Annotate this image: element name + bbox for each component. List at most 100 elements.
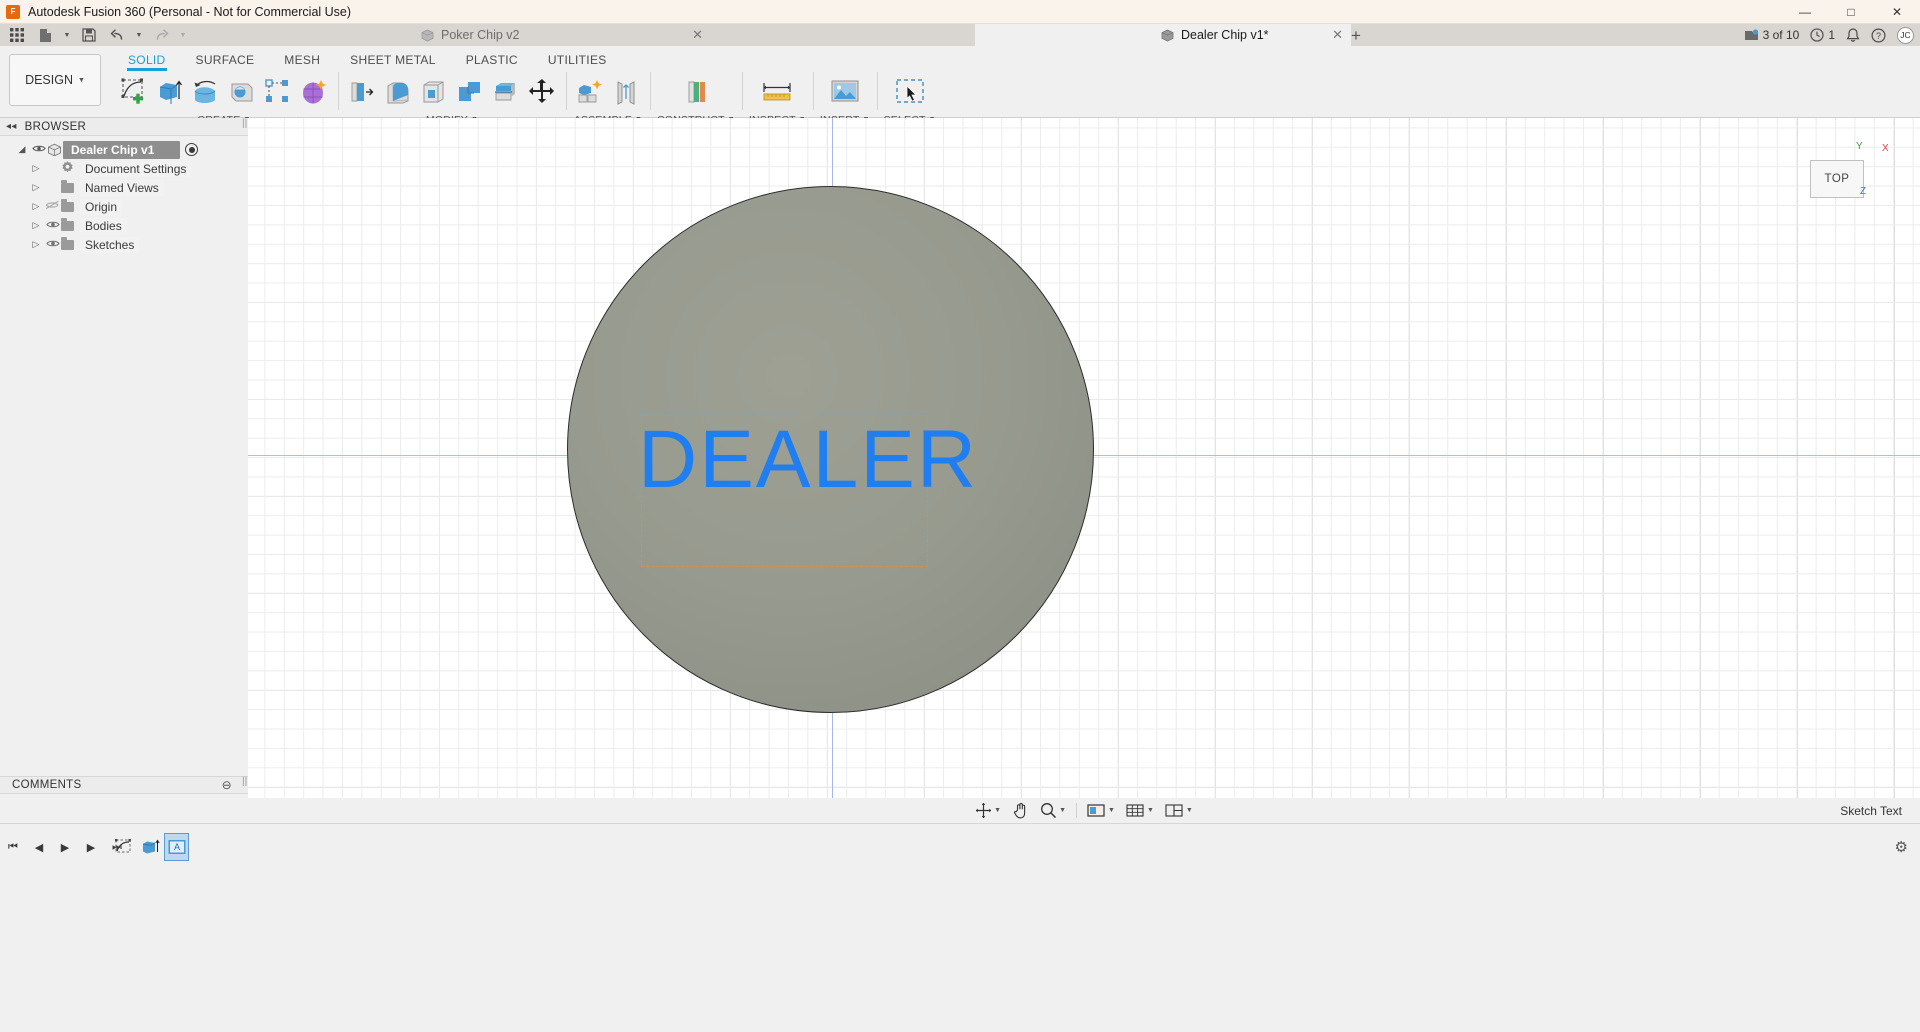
chevron-down-icon: ▼ — [1059, 807, 1067, 814]
window-title: Autodesk Fusion 360 (Personal - Not for … — [28, 4, 352, 19]
visibility-eye-icon[interactable] — [44, 239, 61, 251]
expand-arrow-icon[interactable]: ◢ — [14, 144, 30, 155]
split-body-icon[interactable] — [489, 73, 523, 111]
create-sketch-icon[interactable] — [117, 73, 151, 111]
axis-label-x: X — [1882, 143, 1889, 154]
combine-icon[interactable] — [453, 73, 487, 111]
tab-solid[interactable]: SOLID — [113, 46, 181, 71]
tab-close-icon[interactable]: ✕ — [1332, 27, 1343, 43]
timeline-features: A — [112, 832, 189, 862]
new-document-icon[interactable] — [32, 25, 58, 45]
create-form-icon[interactable] — [297, 73, 331, 111]
move-copy-icon[interactable] — [525, 73, 559, 111]
tab-label: SHEET METAL — [350, 53, 436, 67]
zoom-icon — [1041, 803, 1057, 819]
visibility-eye-icon[interactable] — [44, 220, 61, 232]
tab-label: MESH — [284, 53, 321, 67]
save-icon[interactable] — [76, 25, 102, 45]
sweep-icon[interactable] — [225, 73, 259, 111]
measure-icon[interactable] — [760, 73, 794, 111]
shell-icon[interactable] — [417, 73, 451, 111]
close-button[interactable]: ✕ — [1874, 0, 1920, 24]
tree-item-sketches[interactable]: ▷ Sketches — [0, 235, 248, 254]
maximize-button[interactable]: □ — [1828, 0, 1874, 24]
tab-sheet-metal[interactable]: SHEET METAL — [335, 46, 451, 68]
tab-dealer-chip-v1[interactable]: Dealer Chip v1* ✕ — [975, 24, 1351, 46]
new-component-icon[interactable] — [573, 73, 607, 111]
timeline-play-button[interactable]: ▶ — [56, 838, 74, 856]
visibility-eye-icon[interactable] — [30, 144, 47, 156]
ribbon-tab-strip: SOLID SURFACE MESH SHEET METAL PLASTIC U… — [113, 46, 622, 71]
settings-gear-icon[interactable]: ⚙ — [1895, 838, 1908, 856]
visibility-hidden-eye-icon[interactable] — [44, 200, 61, 213]
activate-component-radio[interactable] — [185, 143, 199, 156]
view-cube[interactable]: TOP Y X Z — [1786, 138, 1896, 208]
tab-surface[interactable]: SURFACE — [181, 46, 270, 68]
timeline-feature-sketch-text[interactable]: A — [164, 833, 189, 861]
workspace-design-button[interactable]: DESIGN ▼ — [9, 54, 101, 106]
display-settings-button[interactable]: ▼ — [1083, 800, 1119, 821]
help-button[interactable]: ? — [1871, 27, 1886, 43]
timeline-next-button[interactable]: ▶ — [82, 838, 100, 856]
window-controls: — □ ✕ — [1782, 0, 1920, 24]
sketch-text-dealer[interactable]: DEALER — [638, 413, 978, 507]
sketch-text-feature-icon: A — [168, 840, 185, 854]
timeline-playback-controls: ⏮ ◀ ▶ ▶ ⏭ — [4, 838, 126, 856]
expand-arrow-icon[interactable]: ▷ — [28, 163, 44, 174]
time-status[interactable]: 1 — [1810, 28, 1835, 42]
tab-mesh[interactable]: MESH — [269, 46, 335, 68]
pan-button[interactable] — [1008, 800, 1033, 821]
joint-icon[interactable] — [609, 73, 643, 111]
select-tool-icon[interactable] — [893, 73, 927, 111]
sketch-feature-icon — [115, 839, 131, 853]
expand-arrow-icon[interactable]: ▷ — [28, 239, 44, 250]
help-icon: ? — [1871, 27, 1886, 43]
minimize-button[interactable]: — — [1782, 0, 1828, 24]
comments-panel-header: COMMENTS ⊖ — [0, 776, 248, 794]
fillet-icon[interactable] — [381, 73, 415, 111]
new-tab-button[interactable]: + — [1351, 26, 1361, 46]
timeline-first-button[interactable]: ⏮ — [4, 838, 22, 856]
tree-item-origin[interactable]: ▷ Origin — [0, 197, 248, 216]
zoom-button[interactable]: ▼ — [1036, 800, 1070, 821]
new-document-dropdown[interactable]: ▼ — [60, 25, 74, 45]
tab-close-icon[interactable]: ✕ — [692, 27, 703, 43]
tab-poker-chip-v2[interactable]: Poker Chip v2 ✕ — [411, 24, 711, 46]
jobs-status[interactable]: 3 of 10 — [1744, 28, 1799, 42]
pattern-icon[interactable] — [261, 73, 295, 111]
insert-image-icon[interactable] — [828, 73, 862, 111]
revolve-icon[interactable] — [189, 73, 223, 111]
timeline-feature-sketch[interactable] — [112, 833, 137, 861]
tab-utilities[interactable]: UTILITIES — [533, 46, 622, 68]
expand-arrow-icon[interactable]: ▷ — [28, 220, 44, 231]
pan-icon — [1014, 802, 1026, 819]
chevron-down-icon: ▼ — [1108, 807, 1115, 814]
chevron-down-icon: ▼ — [63, 31, 71, 39]
notifications-button[interactable] — [1846, 27, 1860, 43]
tree-item-document-settings[interactable]: ▷ Document Settings — [0, 159, 248, 178]
tree-item-named-views[interactable]: ▷ Named Views — [0, 178, 248, 197]
timeline-bar: ⏮ ◀ ▶ ▶ ⏭ A ⚙ — [0, 823, 1920, 1032]
view-cube-top-face[interactable]: TOP — [1810, 160, 1864, 198]
construct-plane-icon[interactable] — [679, 73, 713, 111]
browser-collapse-icon[interactable]: ◂◂ — [6, 121, 17, 132]
timeline-prev-button[interactable]: ◀ — [30, 838, 48, 856]
expand-arrow-icon[interactable]: ▷ — [28, 201, 44, 212]
tree-item-dealer-chip[interactable]: ◢ Dealer Chip v1 — [0, 140, 248, 159]
tab-plastic[interactable]: PLASTIC — [451, 46, 533, 68]
expand-arrow-icon[interactable]: ▷ — [28, 182, 44, 193]
grid-snaps-button[interactable]: ▼ — [1122, 800, 1158, 821]
user-avatar[interactable]: JC — [1897, 26, 1914, 44]
tree-item-bodies[interactable]: ▷ Bodies — [0, 216, 248, 235]
press-pull-icon[interactable] — [345, 73, 379, 111]
chevron-down-icon: ▼ — [994, 807, 1002, 814]
undo-icon[interactable] — [104, 25, 130, 45]
extrude-icon[interactable] — [153, 73, 187, 111]
3d-canvas[interactable]: DEALER TOP Y X Z — [248, 118, 1920, 798]
apps-grid-icon[interactable] — [4, 25, 30, 45]
viewports-button[interactable]: ▼ — [1161, 800, 1197, 821]
undo-dropdown[interactable]: ▼ — [132, 25, 146, 45]
timeline-feature-extrude[interactable] — [138, 833, 163, 861]
orbit-button[interactable]: ▼ — [971, 800, 1005, 821]
comments-collapse-icon[interactable]: ⊖ — [222, 778, 232, 792]
